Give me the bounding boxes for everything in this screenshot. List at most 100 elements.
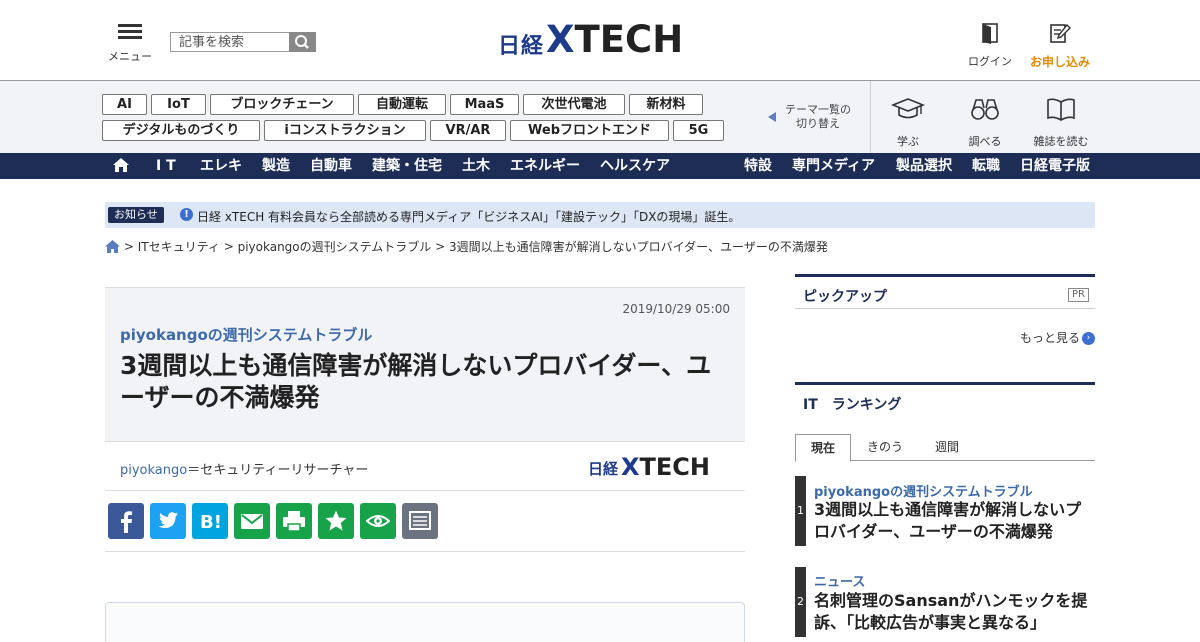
facebook-share-button[interactable] xyxy=(108,503,144,539)
nav-specialized-media[interactable]: 専門メディア xyxy=(792,153,875,179)
twitter-icon xyxy=(158,512,178,528)
theme-tag-digital-monozukuri[interactable]: デジタルものづくり xyxy=(102,120,260,141)
apply-form-icon xyxy=(1050,23,1071,43)
theme-tag-vr-ar[interactable]: VR/AR xyxy=(430,120,506,141)
login-button[interactable]: ログイン xyxy=(955,22,1025,69)
logo-nikkei: 日経 xyxy=(498,34,545,59)
memo-button[interactable] xyxy=(402,503,438,539)
mail-share-button[interactable] xyxy=(234,503,270,539)
theme-switch-label-2: 切り替え xyxy=(796,117,840,130)
nav-manufacturing[interactable]: 製造 xyxy=(262,153,290,179)
read-magazine-label: 雑誌を読む xyxy=(1033,135,1089,148)
nav-job-change[interactable]: 転職 xyxy=(972,153,1000,179)
ranking-item[interactable]: 2 ニュース 名刺管理のSansanがハンモックを提訴、「比較広告が事実と異なる… xyxy=(795,567,1095,637)
theme-tag-blockchain[interactable]: ブロックチェーン xyxy=(210,94,354,115)
home-icon xyxy=(113,158,129,172)
category-nav: I T エレキ 製造 自動車 建築・住宅 土木 エネルギー ヘルスケア 特設 専… xyxy=(0,153,1200,179)
site-logo[interactable]: 日経 XTECH xyxy=(498,18,708,62)
pickup-header: ピックアップ PR xyxy=(795,277,1095,309)
nav-civil-engineering[interactable]: 土木 xyxy=(462,153,490,179)
theme-tag-autonomous-driving[interactable]: 自動運転 xyxy=(358,94,446,115)
rank-number: 2 xyxy=(795,567,806,637)
nav-architecture[interactable]: 建築・住宅 xyxy=(372,153,442,179)
svg-text:B!: B! xyxy=(200,512,222,533)
nav-it[interactable]: I T xyxy=(156,153,176,179)
share-bar: B! xyxy=(105,491,745,552)
theme-tag-5g[interactable]: 5G xyxy=(673,120,724,141)
logo-xtech: XTECH xyxy=(546,18,684,61)
favorite-button[interactable] xyxy=(318,503,354,539)
more-link[interactable]: もっと見る › xyxy=(1020,329,1096,346)
twitter-share-button[interactable] xyxy=(150,503,186,539)
rank-title[interactable]: 3週間以上も通信障害が解消しないプロバイダー、ユーザーの不満爆発 xyxy=(814,499,1095,543)
eye-icon xyxy=(366,515,390,527)
article-date: 2019/10/29 05:00 xyxy=(622,302,730,316)
theme-tag-maas[interactable]: MaaS xyxy=(450,94,519,115)
rank-series[interactable]: ニュース xyxy=(814,571,865,590)
nav-nikkei-digital[interactable]: 日経電子版 xyxy=(1020,153,1090,179)
media-logo: 日経 XTECH xyxy=(588,453,710,481)
apply-button[interactable]: お申し込み xyxy=(1025,22,1095,70)
learn-button[interactable]: 学ぶ xyxy=(873,96,943,149)
author-byline: piyokango＝セキュリティーリサーチャー xyxy=(120,459,368,478)
tab-now[interactable]: 現在 xyxy=(795,434,851,462)
apply-label: お申し込み xyxy=(1029,55,1090,69)
breadcrumb-item[interactable]: piyokangoの週刊システムトラブル xyxy=(238,240,432,254)
theme-tag-new-materials[interactable]: 新材料 xyxy=(629,94,703,115)
nav-special[interactable]: 特設 xyxy=(744,153,772,179)
breadcrumb-current: 3週間以上も通信障害が解消しないプロバイダー、ユーザーの不満爆発 xyxy=(449,240,828,254)
theme-tag-iot[interactable]: IoT xyxy=(151,94,206,115)
menu-label: メニュー xyxy=(108,50,152,63)
nav-automotive[interactable]: 自動車 xyxy=(310,153,352,179)
binoculars-icon xyxy=(971,99,999,120)
facebook-icon xyxy=(121,511,132,533)
hatena-bookmark-button[interactable]: B! xyxy=(192,503,228,539)
theme-tag-web-frontend[interactable]: Webフロントエンド xyxy=(510,120,669,141)
ranking-header: IT ランキング xyxy=(795,385,1095,417)
nav-electronics[interactable]: エレキ xyxy=(200,153,242,179)
notice-bar[interactable]: お知らせ ! 日経 xTECH 有料会員なら全部読める専門メディア「ビジネスAI… xyxy=(105,202,1095,228)
theme-tag-i-construction[interactable]: iコンストラクション xyxy=(264,120,426,141)
search-icon xyxy=(295,35,309,49)
article-header: 2019/10/29 05:00 piyokangoの週刊システムトラブル 3週… xyxy=(105,287,745,441)
nav-energy[interactable]: エネルギー xyxy=(510,153,580,179)
author-link[interactable]: piyokango xyxy=(120,463,187,478)
star-icon xyxy=(325,510,347,531)
graduation-cap-icon xyxy=(890,98,926,119)
rank-number: 1 xyxy=(795,476,806,546)
hatena-bookmark-icon: B! xyxy=(200,512,222,533)
home-nav-link[interactable] xyxy=(112,153,130,179)
info-icon: ! xyxy=(180,208,193,221)
site-header: メニュー 日経 XTECH ログイン お申し込み xyxy=(0,0,1200,81)
rank-title[interactable]: 名刺管理のSansanがハンモックを提訴、「比較広告が事実と異なる」 xyxy=(814,590,1095,634)
printer-icon xyxy=(283,511,305,532)
article-body-preview xyxy=(105,602,745,642)
search-input[interactable] xyxy=(170,32,290,52)
search-button[interactable] xyxy=(289,32,316,52)
breadcrumb-item[interactable]: ITセキュリティ xyxy=(138,240,220,254)
article-series-link[interactable]: piyokangoの週刊システムトラブル xyxy=(120,324,372,345)
watch-button[interactable] xyxy=(360,503,396,539)
nav-product-selection[interactable]: 製品選択 xyxy=(896,153,952,179)
home-icon[interactable] xyxy=(105,240,120,253)
ranking-item[interactable]: 1 piyokangoの週刊システムトラブル 3週間以上も通信障害が解消しないプ… xyxy=(795,476,1095,546)
ranking-tabs: 現在 きのう 週間 xyxy=(795,434,1095,462)
author-row: piyokango＝セキュリティーリサーチャー 日経 XTECH xyxy=(105,441,745,491)
tab-yesterday[interactable]: きのう xyxy=(857,434,913,461)
theme-tag-next-gen-battery[interactable]: 次世代電池 xyxy=(523,94,625,115)
theme-list-switch[interactable]: テーマ一覧の 切り替え xyxy=(768,103,858,131)
learn-label: 学ぶ xyxy=(897,135,919,148)
breadcrumb: > ITセキュリティ > piyokangoの週刊システムトラブル > 3週間以… xyxy=(105,238,828,254)
theme-switch-label-1: テーマ一覧の xyxy=(785,103,851,116)
menu-button[interactable]: メニュー xyxy=(108,22,152,64)
nav-healthcare[interactable]: ヘルスケア xyxy=(600,153,670,179)
print-button[interactable] xyxy=(276,503,312,539)
rank-series[interactable]: piyokangoの週刊システムトラブル xyxy=(814,481,1033,500)
login-door-icon xyxy=(982,23,998,44)
research-button[interactable]: 調べる xyxy=(950,96,1020,149)
theme-tag-ai[interactable]: AI xyxy=(102,94,147,115)
login-label: ログイン xyxy=(968,55,1012,68)
read-magazine-button[interactable]: 雑誌を読む xyxy=(1026,96,1096,149)
tab-weekly[interactable]: 週間 xyxy=(919,434,975,461)
notice-badge: お知らせ xyxy=(108,207,164,223)
